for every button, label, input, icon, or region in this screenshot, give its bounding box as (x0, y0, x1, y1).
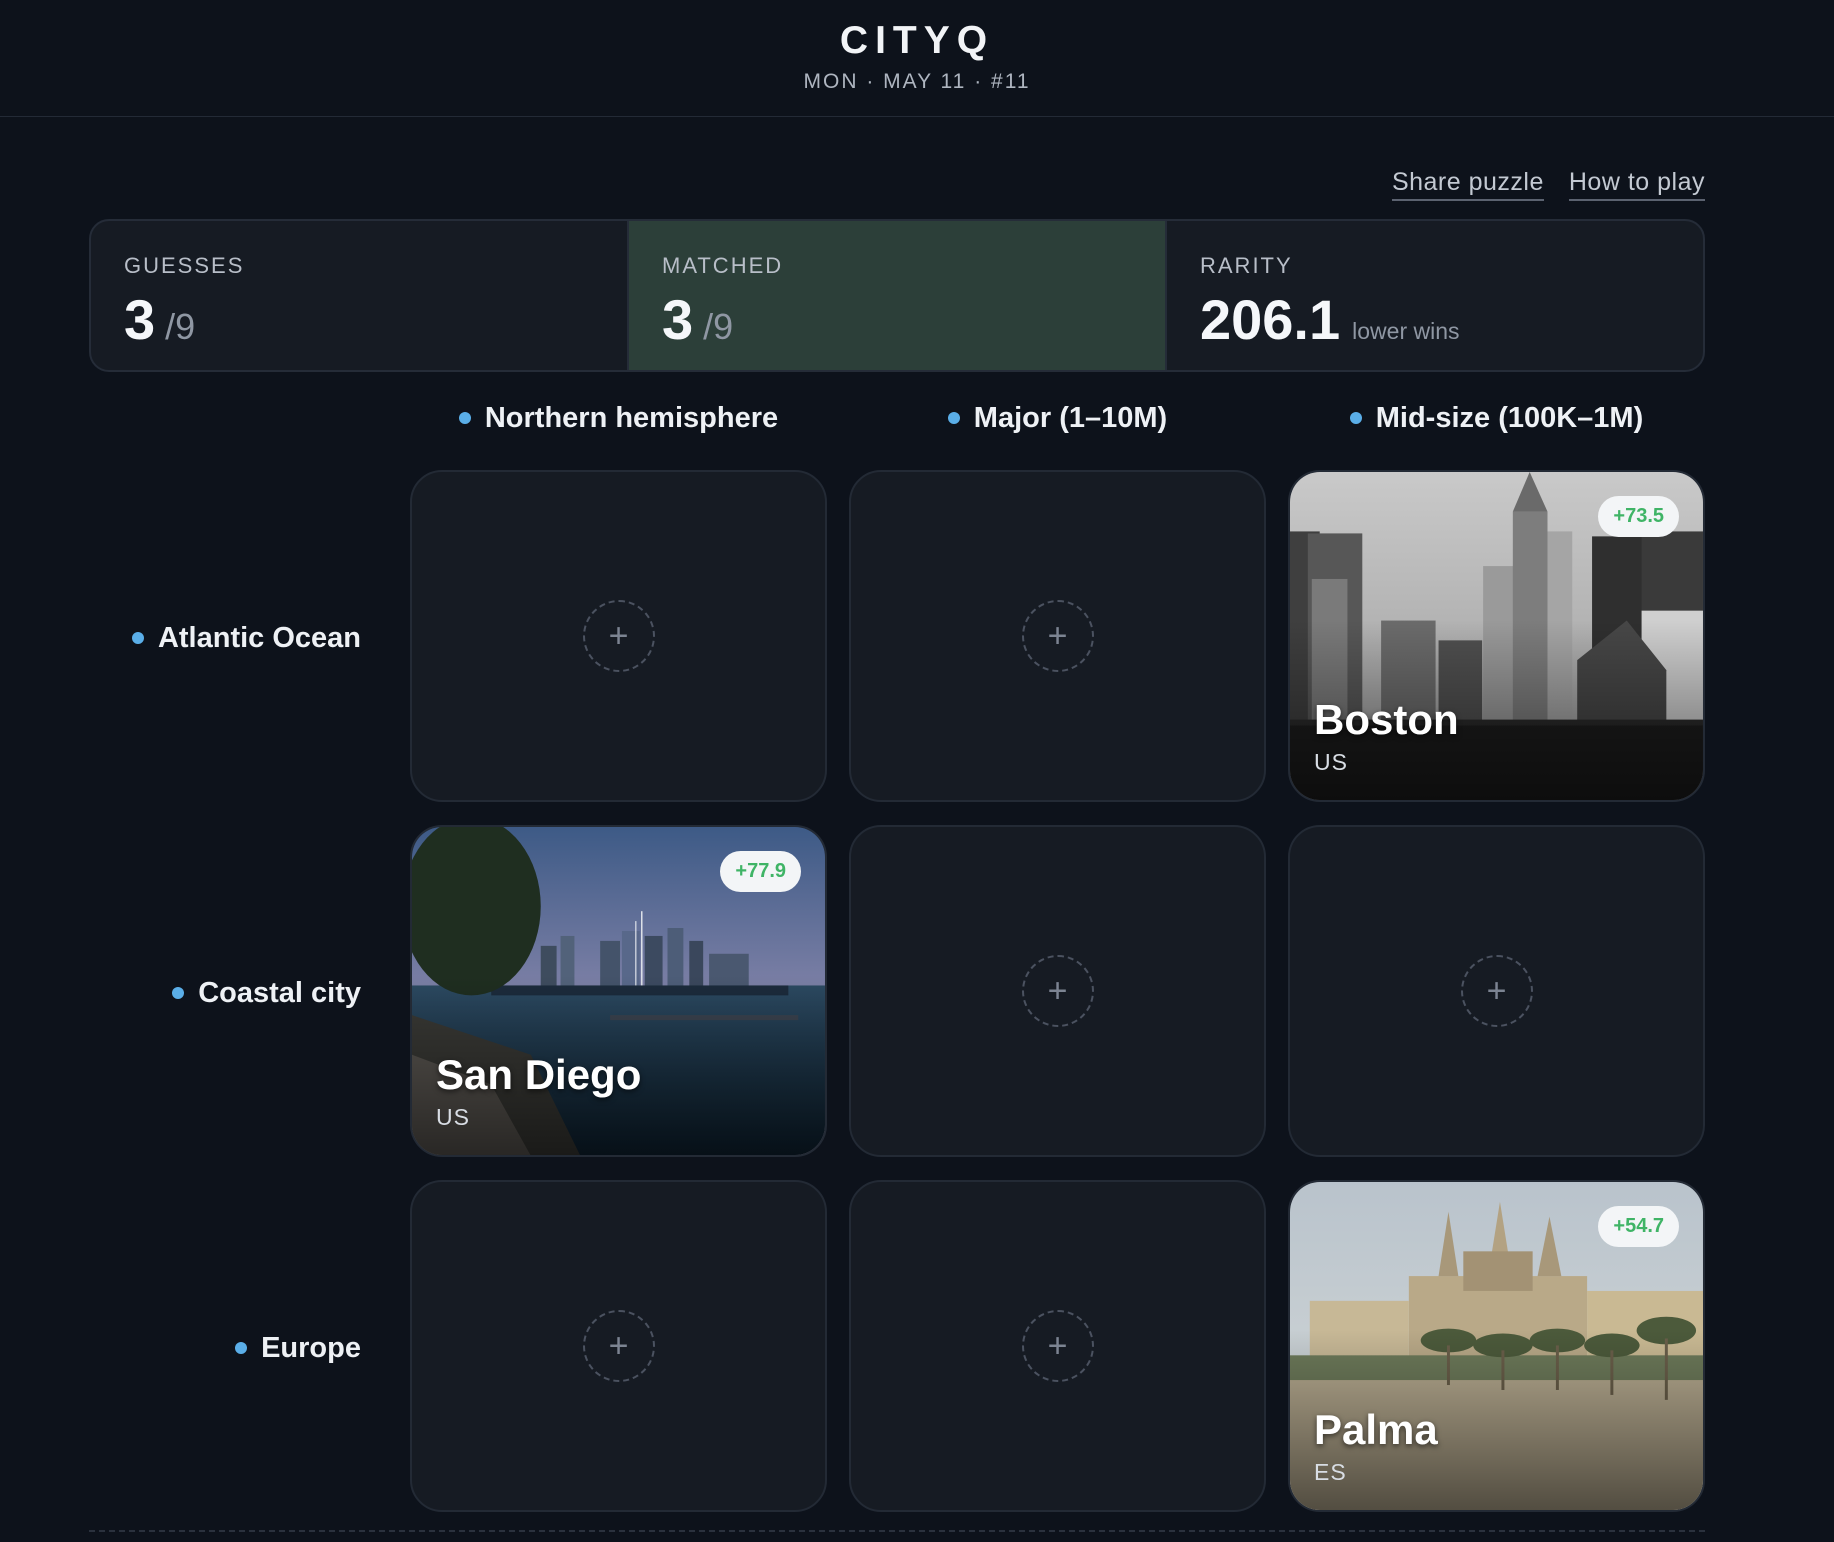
guesses-count: 3 (124, 288, 156, 351)
category-dot-icon (947, 412, 960, 424)
grid-cell-boston[interactable]: +73.5 Boston US (1288, 470, 1705, 802)
category-dot-icon (235, 1342, 248, 1354)
grid-cell-empty[interactable]: + (410, 470, 827, 802)
column-header-mid-size: Mid-size (100K–1M) (1288, 398, 1705, 438)
app-title: CITYQ (839, 19, 995, 62)
row-label: Atlantic Ocean (157, 621, 361, 654)
row-header-europe: Europe (0, 1328, 361, 1368)
grid-cell-empty[interactable]: + (849, 825, 1266, 1157)
grid-cell-empty[interactable]: + (410, 1180, 827, 1512)
row-header-coastal-city: Coastal city (0, 973, 361, 1013)
column-label: Mid-size (100K–1M) (1375, 401, 1644, 434)
column-header-major: Major (1–10M) (849, 398, 1266, 438)
section-divider (89, 1530, 1705, 1532)
rarity-score: 206.1 (1200, 288, 1341, 351)
add-guess-icon[interactable]: + (1021, 1310, 1094, 1382)
stat-rarity: RARITY 206.1 lower wins (1167, 221, 1703, 370)
category-dot-icon (458, 412, 471, 424)
matched-count: 3 (662, 288, 694, 351)
top-links: Share puzzle How to play (1391, 168, 1705, 201)
stat-label: GUESSES (124, 253, 245, 278)
matched-total: /9 (703, 306, 734, 347)
city-name: San Diego (436, 1051, 642, 1098)
row-label: Europe (261, 1331, 361, 1364)
category-dot-icon (1349, 412, 1362, 424)
stat-matched: MATCHED 3 /9 (629, 221, 1167, 370)
stat-label: MATCHED (662, 253, 784, 278)
city-name: Boston (1314, 696, 1459, 743)
share-puzzle-link[interactable]: Share puzzle (1391, 168, 1544, 201)
category-dot-icon (172, 987, 185, 999)
city-country: US (1314, 749, 1348, 775)
score-badge: +73.5 (1598, 496, 1679, 537)
grid-cell-empty[interactable]: + (1288, 825, 1705, 1157)
city-country: ES (1314, 1459, 1347, 1485)
grid-cell-empty[interactable]: + (849, 470, 1266, 802)
add-guess-icon[interactable]: + (582, 1310, 655, 1382)
row-header-atlantic-ocean: Atlantic Ocean (0, 618, 361, 658)
how-to-play-link[interactable]: How to play (1568, 168, 1705, 201)
score-badge: +77.9 (720, 851, 801, 892)
column-label: Northern hemisphere (484, 401, 779, 434)
city-name: Palma (1314, 1406, 1438, 1453)
grid-cell-san-diego[interactable]: +77.9 San Diego US (410, 825, 827, 1157)
add-guess-icon[interactable]: + (1021, 600, 1094, 672)
row-label: Coastal city (198, 976, 361, 1009)
grid-cell-palma[interactable]: +54.7 Palma ES (1288, 1180, 1705, 1512)
stat-label: RARITY (1200, 253, 1293, 278)
column-label: Major (1–10M) (973, 401, 1168, 434)
puzzle-date: MON · MAY 11 · #11 (803, 70, 1031, 93)
add-guess-icon[interactable]: + (1460, 955, 1533, 1027)
column-header-northern-hemisphere: Northern hemisphere (410, 398, 827, 438)
rarity-note: lower wins (1352, 318, 1460, 344)
add-guess-icon[interactable]: + (582, 600, 655, 672)
stat-guesses: GUESSES 3 /9 (91, 221, 629, 370)
score-badge: +54.7 (1598, 1206, 1679, 1247)
category-dot-icon (131, 632, 144, 644)
header: CITYQ MON · MAY 11 · #11 (0, 0, 1834, 117)
grid-cell-empty[interactable]: + (849, 1180, 1266, 1512)
city-country: US (436, 1104, 470, 1130)
guesses-total: /9 (165, 306, 196, 347)
stats-bar: GUESSES 3 /9 MATCHED 3 /9 RARITY 206.1 l… (89, 219, 1705, 372)
add-guess-icon[interactable]: + (1021, 955, 1094, 1027)
